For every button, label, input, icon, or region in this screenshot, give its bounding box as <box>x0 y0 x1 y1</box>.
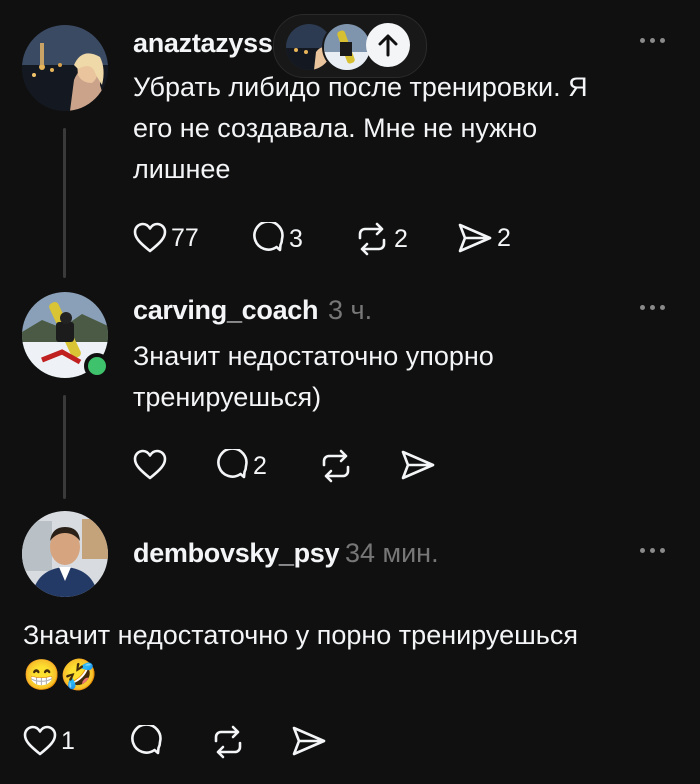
repost-icon <box>322 449 350 483</box>
avatar-image <box>22 511 108 597</box>
reply-button[interactable]: 2 <box>215 449 267 483</box>
post-text-line: Убрать либидо после тренировки. Я <box>133 72 588 102</box>
like-count: 77 <box>171 223 199 252</box>
reply-button[interactable] <box>129 725 167 759</box>
post-text-line: Значит недостаточно у порно тренируешься <box>23 620 578 650</box>
pill-avatar <box>322 22 372 72</box>
post-text-line: его не создавала. Мне не нужно <box>133 113 538 143</box>
avatar[interactable] <box>22 511 108 597</box>
post-username[interactable]: dembovsky_psy <box>133 538 340 569</box>
scroll-top-button[interactable] <box>366 23 410 67</box>
post-text: Значит недостаточно у порно тренируешься… <box>23 615 683 696</box>
avatar-image <box>22 25 108 111</box>
thread-line <box>63 128 66 278</box>
post-text: Значит недостаточно упорно тренируешься) <box>133 336 673 418</box>
post-text: Убрать либидо после тренировки. Я его не… <box>133 67 673 190</box>
online-indicator <box>84 353 110 379</box>
like-button[interactable] <box>133 449 171 481</box>
send-icon <box>292 726 326 756</box>
comment-icon <box>217 449 248 479</box>
more-options-button[interactable] <box>640 548 670 558</box>
repost-icon <box>214 725 242 759</box>
repost-count: 2 <box>394 224 408 253</box>
like-button[interactable]: 1 <box>23 725 75 757</box>
heart-icon <box>23 725 57 756</box>
reply-button[interactable]: 3 <box>251 222 303 256</box>
reply-count: 2 <box>253 451 267 480</box>
heart-icon <box>133 449 167 480</box>
like-count: 1 <box>61 726 75 755</box>
share-button[interactable] <box>400 449 440 481</box>
thread-line <box>63 395 66 499</box>
post-time: 3 ч. <box>328 295 373 325</box>
repost-button[interactable] <box>318 449 358 483</box>
emoji-line: 😁🤣 <box>23 659 98 692</box>
like-button[interactable]: 77 <box>133 222 199 254</box>
send-icon <box>458 223 492 253</box>
share-button[interactable]: 2 <box>457 222 511 254</box>
heart-icon <box>133 222 167 253</box>
comment-icon <box>253 222 284 252</box>
post-username[interactable]: carving_coach <box>133 295 319 326</box>
post-text-line: лишнее <box>133 154 231 184</box>
send-icon <box>401 450 435 480</box>
arrow-up-icon <box>378 34 398 57</box>
avatar[interactable] <box>22 25 108 111</box>
post-time: 34 мин. <box>345 538 439 568</box>
repost-button[interactable] <box>210 725 250 759</box>
share-button[interactable] <box>291 725 331 757</box>
more-options-button[interactable] <box>640 38 670 48</box>
reply-count: 3 <box>289 224 303 253</box>
comment-icon <box>131 725 162 755</box>
more-options-button[interactable] <box>640 305 670 315</box>
repost-button[interactable]: 2 <box>354 222 408 256</box>
share-count: 2 <box>497 223 511 252</box>
post-text-line: Значит недостаточно упорно <box>133 341 494 371</box>
post-username[interactable]: anaztazyss <box>133 28 273 59</box>
repost-icon <box>358 222 386 256</box>
post-text-line: тренируешься) <box>133 382 322 412</box>
